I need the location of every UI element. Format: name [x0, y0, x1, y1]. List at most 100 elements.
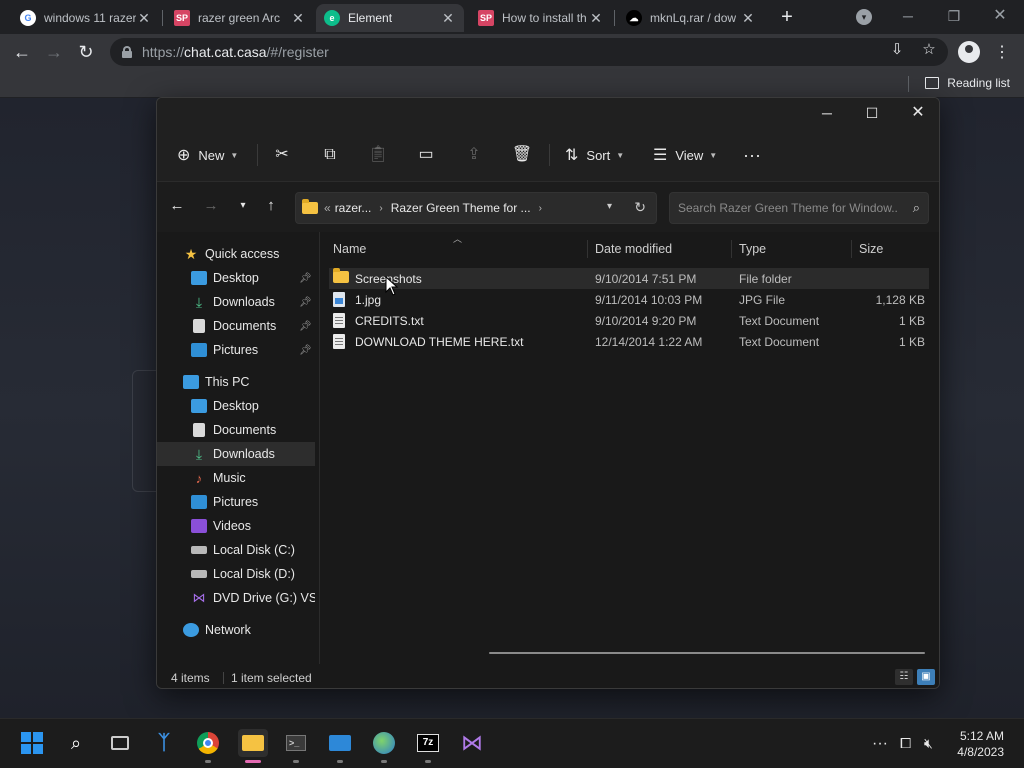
sidebar-item-quick-access[interactable]: ★ Quick access: [157, 242, 315, 266]
close-tab-icon[interactable]: ✕: [588, 10, 604, 27]
back-icon[interactable]: ←: [167, 196, 187, 216]
search-input[interactable]: [678, 193, 898, 223]
close-tab-icon[interactable]: ✕: [440, 10, 456, 27]
column-header-size[interactable]: Size: [859, 242, 883, 256]
close-browser-icon[interactable]: ✕: [988, 6, 1012, 26]
sidebar-item-documents-pinned[interactable]: Documents 📌︎: [157, 314, 315, 338]
maximize-icon[interactable]: ☐: [849, 98, 895, 128]
chrome-icon[interactable]: [194, 729, 222, 757]
browser-tab-1[interactable]: G windows 11 razer ✕: [12, 4, 160, 32]
start-button[interactable]: [18, 729, 46, 757]
remote-desktop-icon[interactable]: [326, 729, 354, 757]
tray-overflow-icon[interactable]: ···: [872, 735, 888, 753]
search-icon[interactable]: ⌕: [913, 200, 920, 216]
close-tab-icon[interactable]: ✕: [290, 10, 306, 27]
close-tab-icon[interactable]: ✕: [740, 10, 756, 27]
tab-search-icon[interactable]: ▾: [856, 9, 872, 25]
delete-icon[interactable]: 🗑︎: [511, 144, 533, 166]
close-tab-icon[interactable]: ✕: [136, 10, 152, 27]
browser-tab-4[interactable]: SP How to install th ✕: [470, 4, 612, 32]
browser-tab-5[interactable]: ☁ mknLq.rar / dow ✕: [618, 4, 764, 32]
reading-list-button[interactable]: Reading list: [925, 76, 1010, 90]
reload-icon[interactable]: ↻: [76, 42, 96, 62]
task-view-icon[interactable]: [106, 729, 134, 757]
sidebar-item-documents[interactable]: Documents: [157, 418, 315, 442]
paste-icon[interactable]: 📋︎: [367, 144, 389, 166]
horizontal-scrollbar[interactable]: [489, 652, 925, 654]
rename-icon[interactable]: ▭: [415, 144, 437, 166]
sidebar-item-desktop-pinned[interactable]: Desktop 📌︎: [157, 266, 315, 290]
recent-locations-icon[interactable]: ▾: [233, 196, 253, 216]
new-tab-icon[interactable]: +: [776, 6, 798, 28]
star-icon: ★: [184, 245, 198, 262]
breadcrumb-overflow[interactable]: «: [324, 201, 331, 215]
sidebar-item-videos[interactable]: Videos: [157, 514, 315, 538]
sidebar-item-dvd-drive[interactable]: ⋈ DVD Drive (G:) VS2: [157, 586, 316, 610]
forward-arrow-icon[interactable]: →: [44, 42, 64, 62]
column-header-name[interactable]: Name: [333, 242, 366, 256]
browser-tab-3-active[interactable]: e Element ✕: [316, 4, 464, 32]
column-divider[interactable]: [731, 240, 732, 258]
column-header-type[interactable]: Type: [739, 242, 766, 256]
copy-icon[interactable]: ⧉: [319, 144, 341, 166]
file-row-credits[interactable]: CREDITS.txt 9/10/2014 9:20 PM Text Docum…: [329, 310, 929, 331]
refresh-icon[interactable]: ↻: [634, 199, 646, 216]
app-bird-icon[interactable]: ᛉ: [150, 729, 178, 757]
browser-menu-icon[interactable]: ⋮: [994, 42, 1010, 62]
tiles-view-icon[interactable]: ▣: [917, 669, 935, 685]
view-button[interactable]: ☰ View ▼: [653, 142, 717, 168]
system-clock[interactable]: 5:12 AM 4/8/2023: [957, 728, 1004, 760]
share-icon[interactable]: ⇪: [463, 144, 485, 166]
file-row-screenshots[interactable]: Screenshots 9/10/2014 7:51 PM File folde…: [329, 268, 929, 289]
running-indicator: [337, 760, 343, 763]
file-explorer-taskbar-icon[interactable]: [238, 729, 268, 757]
close-icon[interactable]: ✕: [895, 98, 939, 128]
pin-icon: 📌︎: [299, 320, 312, 332]
forward-icon[interactable]: →: [201, 196, 221, 216]
cut-icon[interactable]: ✂: [271, 144, 293, 166]
7zip-icon[interactable]: 7z: [414, 729, 442, 757]
bookmark-star-icon[interactable]: ☆: [920, 40, 938, 58]
chevron-right-icon[interactable]: ›: [379, 203, 382, 214]
sidebar-item-local-disk-d[interactable]: Local Disk (D:): [157, 562, 315, 586]
sort-button[interactable]: ⇅ Sort ▼: [565, 142, 624, 168]
profile-avatar-icon[interactable]: [958, 41, 980, 63]
details-view-icon[interactable]: ☷: [895, 669, 913, 685]
back-arrow-icon[interactable]: ←: [12, 42, 32, 62]
install-app-icon[interactable]: ⇩: [888, 40, 906, 58]
restore-browser-icon[interactable]: ❐: [942, 6, 966, 26]
search-taskbar-icon[interactable]: ⌕: [62, 729, 90, 757]
file-row-download-theme[interactable]: DOWNLOAD THEME HERE.txt 12/14/2014 1:22 …: [329, 331, 929, 352]
sidebar-item-pictures[interactable]: Pictures: [157, 490, 315, 514]
sidebar-item-desktop[interactable]: Desktop: [157, 394, 315, 418]
new-button[interactable]: ⊕ New ▼: [177, 142, 238, 168]
column-divider[interactable]: [587, 240, 588, 258]
network-app-icon[interactable]: [370, 729, 398, 757]
volume-muted-icon[interactable]: 🔇︎: [924, 735, 933, 752]
sidebar-item-downloads[interactable]: ⤓ Downloads: [157, 442, 315, 466]
visual-studio-taskbar-icon[interactable]: ⋈: [458, 729, 486, 757]
breadcrumb-part-razer[interactable]: razer...: [335, 201, 372, 215]
sidebar-item-this-pc[interactable]: This PC: [157, 370, 315, 394]
terminal-icon[interactable]: >_: [282, 729, 310, 757]
file-row-1-jpg[interactable]: 1.jpg 9/11/2014 10:03 PM JPG File 1,128 …: [329, 289, 929, 310]
more-options-icon[interactable]: ···: [741, 144, 763, 166]
sidebar-item-downloads-pinned[interactable]: ⤓ Downloads 📌︎: [157, 290, 315, 314]
column-divider[interactable]: [851, 240, 852, 258]
sidebar-item-network[interactable]: Network: [157, 618, 315, 642]
breadcrumb-part-theme[interactable]: Razer Green Theme for ...: [391, 201, 531, 215]
column-header-date[interactable]: Date modified: [595, 242, 672, 256]
address-history-chevron-icon[interactable]: ▾: [607, 201, 612, 212]
display-settings-icon[interactable]: ⧠: [900, 735, 911, 752]
browser-tab-2[interactable]: SP razer green Arc ✕: [166, 4, 314, 32]
sort-icon: ⇅: [565, 147, 579, 164]
chevron-right-icon[interactable]: ›: [539, 203, 542, 214]
address-bar[interactable]: https://chat.cat.casa/#/register: [110, 38, 948, 66]
up-arrow-icon[interactable]: ↑: [261, 196, 281, 216]
sidebar-item-local-disk-c[interactable]: Local Disk (C:): [157, 538, 315, 562]
minimize-icon[interactable]: ─: [804, 98, 850, 128]
address-breadcrumb[interactable]: « razer... › Razer Green Theme for ... ›…: [295, 192, 657, 224]
sidebar-item-pictures-pinned[interactable]: Pictures 📌︎: [157, 338, 315, 362]
minimize-browser-icon[interactable]: ─: [896, 6, 920, 26]
sidebar-item-music[interactable]: ♪ Music: [157, 466, 315, 490]
